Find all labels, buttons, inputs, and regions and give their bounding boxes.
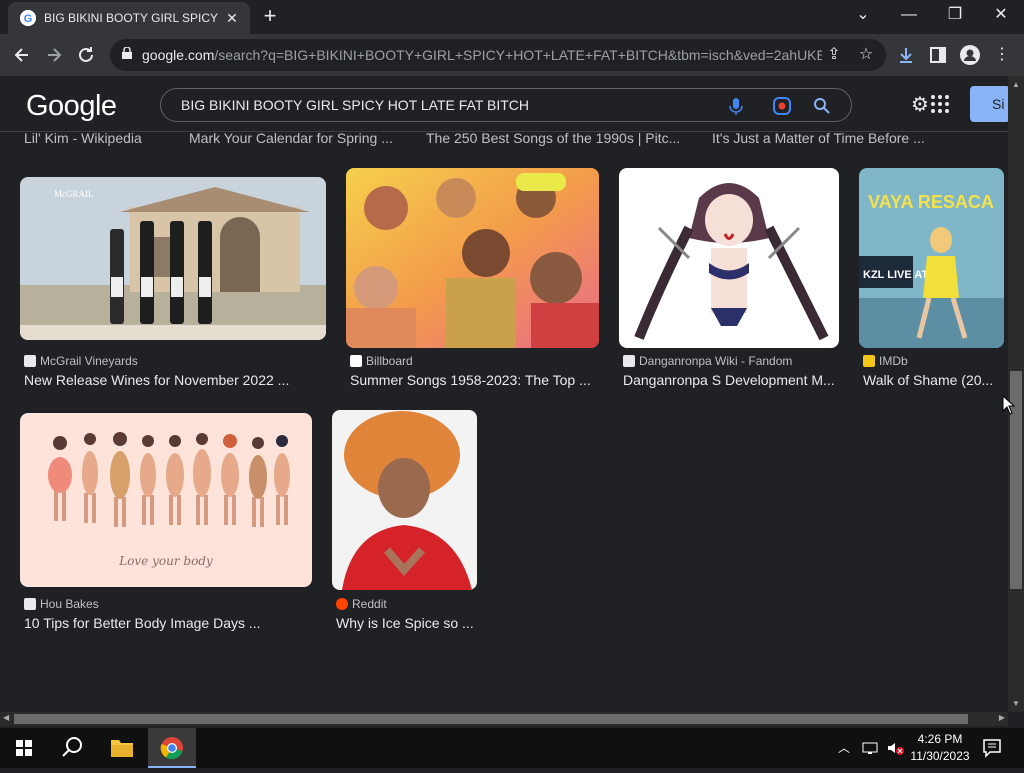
result-title[interactable]: Summer Songs 1958-2023: The Top ...: [350, 372, 598, 388]
profile-icon[interactable]: [958, 43, 982, 67]
page-icon: [24, 598, 36, 610]
result-title[interactable]: It's Just a Matter of Time Before ...: [712, 132, 925, 146]
clock-date: 11/30/2023: [910, 749, 970, 763]
result-title[interactable]: The 250 Best Songs of the 1990s | Pitc..…: [426, 132, 680, 146]
search-input[interactable]: BIG BIKINI BOOTY GIRL SPICY HOT LATE FAT…: [160, 88, 852, 122]
result-title[interactable]: Lil' Kim - Wikipedia: [24, 132, 142, 146]
result-thumbnail[interactable]: VAYA RESACA KZL LIVE AT: [859, 168, 1004, 348]
tab-strip: G BIG BIKINI BOOTY GIRL SPICY H... ✕ + ⌄…: [0, 0, 1024, 34]
result-source: Billboard: [350, 354, 413, 368]
google-lens-icon[interactable]: [771, 95, 793, 117]
network-icon[interactable]: [862, 740, 880, 761]
file-explorer-icon[interactable]: [98, 728, 146, 768]
tab-close-icon[interactable]: ✕: [222, 8, 242, 28]
horizontal-scrollbar[interactable]: ◀ ▶: [0, 712, 1008, 726]
result-title[interactable]: Why is Ice Spice so ...: [336, 615, 477, 631]
mouse-cursor-icon: [1002, 395, 1016, 415]
browser-toolbar: google.com/search?q=BIG+BIKINI+BOOTY+GIR…: [0, 34, 1024, 76]
tab-title: BIG BIKINI BOOTY GIRL SPICY H...: [44, 11, 222, 25]
billboard-icon: [350, 355, 362, 367]
menu-kebab-icon[interactable]: ⋮: [990, 43, 1014, 67]
settings-gear-icon[interactable]: ⚙: [908, 93, 932, 117]
sign-in-button[interactable]: Si: [970, 86, 1010, 122]
fandom-icon: [623, 355, 635, 367]
side-panel-icon[interactable]: [926, 43, 950, 67]
imdb-icon: [863, 355, 875, 367]
result-source: Hou Bakes: [24, 597, 99, 611]
svg-text:G: G: [24, 13, 33, 25]
bookmark-star-icon[interactable]: ☆: [854, 43, 878, 67]
back-arrow-icon[interactable]: [8, 41, 36, 69]
search-query[interactable]: BIG BIKINI BOOTY GIRL SPICY HOT LATE FAT…: [181, 97, 529, 113]
restore-button[interactable]: ❐: [932, 0, 978, 30]
microphone-icon[interactable]: [725, 95, 747, 117]
search-icon[interactable]: [48, 728, 96, 768]
scroll-down-arrow-icon[interactable]: ▼: [1012, 699, 1020, 708]
movie-tag-text: KZL LIVE AT: [863, 269, 928, 281]
tray-chevron-up-icon[interactable]: ︿: [838, 739, 850, 756]
url-text: google.com/search?q=BIG+BIKINI+BOOTY+GIR…: [142, 47, 822, 63]
result-source: McGrail Vineyards: [24, 354, 138, 368]
search-icon[interactable]: [811, 95, 833, 117]
result-thumbnail[interactable]: [619, 168, 839, 348]
google-header: Google BIG BIKINI BOOTY GIRL SPICY HOT L…: [0, 76, 1010, 132]
result-title[interactable]: New Release Wines for November 2022 ...: [24, 372, 324, 388]
vineyard-brand-text: McGRAIL: [54, 189, 94, 199]
apps-grid-icon[interactable]: [930, 94, 950, 114]
download-icon[interactable]: [894, 43, 918, 67]
forward-arrow-icon[interactable]: [40, 41, 68, 69]
share-icon[interactable]: ⇪: [822, 43, 846, 67]
result-thumbnail[interactable]: [332, 410, 477, 590]
scrollbar-thumb[interactable]: [14, 714, 968, 724]
result-title[interactable]: Walk of Shame (20...: [863, 372, 1003, 388]
tab-search-chevron-icon[interactable]: ⌄: [840, 0, 886, 30]
windows-taskbar: ︿ 4:26 PM 11/30/2023: [0, 728, 1024, 768]
vertical-scrollbar[interactable]: ▲ ▼: [1008, 76, 1024, 712]
lock-icon: [122, 47, 132, 59]
result-thumbnail[interactable]: McGRAIL: [20, 177, 326, 340]
windows-start-icon[interactable]: [0, 728, 48, 768]
result-thumbnail[interactable]: Love your body: [20, 413, 312, 587]
result-title[interactable]: Danganronpa S Development M...: [623, 372, 839, 388]
reddit-icon: [336, 598, 348, 610]
result-source: IMDb: [863, 354, 908, 368]
love-your-body-text: Love your body: [118, 554, 213, 568]
google-favicon-icon: G: [20, 10, 36, 26]
browser-tab[interactable]: G BIG BIKINI BOOTY GIRL SPICY H... ✕: [8, 2, 250, 34]
google-logo[interactable]: Google: [26, 90, 117, 123]
image-results: Lil' Kim - Wikipedia Mark Your Calendar …: [0, 132, 1008, 712]
chrome-taskbar-icon[interactable]: [148, 728, 196, 768]
result-title[interactable]: Mark Your Calendar for Spring ...: [189, 132, 393, 146]
notification-icon[interactable]: [982, 738, 1004, 763]
result-title[interactable]: 10 Tips for Better Body Image Days ...: [24, 615, 312, 631]
scroll-right-arrow-icon[interactable]: ▶: [999, 713, 1005, 722]
system-clock[interactable]: 4:26 PM 11/30/2023: [900, 731, 980, 765]
new-tab-button[interactable]: +: [258, 4, 282, 28]
result-source: Reddit: [336, 597, 387, 611]
minimize-button[interactable]: —: [886, 0, 932, 30]
scroll-up-arrow-icon[interactable]: ▲: [1012, 80, 1020, 89]
clock-time: 4:26 PM: [917, 732, 963, 746]
result-source: Danganronpa Wiki - Fandom: [623, 354, 792, 368]
result-thumbnail[interactable]: [346, 168, 599, 348]
address-bar[interactable]: google.com/search?q=BIG+BIKINI+BOOTY+GIR…: [110, 39, 886, 71]
close-window-button[interactable]: ✕: [978, 0, 1024, 30]
page-icon: [24, 355, 36, 367]
reload-icon[interactable]: [72, 41, 100, 69]
movie-title-text: VAYA RESACA: [868, 192, 994, 212]
scroll-left-arrow-icon[interactable]: ◀: [3, 713, 9, 722]
